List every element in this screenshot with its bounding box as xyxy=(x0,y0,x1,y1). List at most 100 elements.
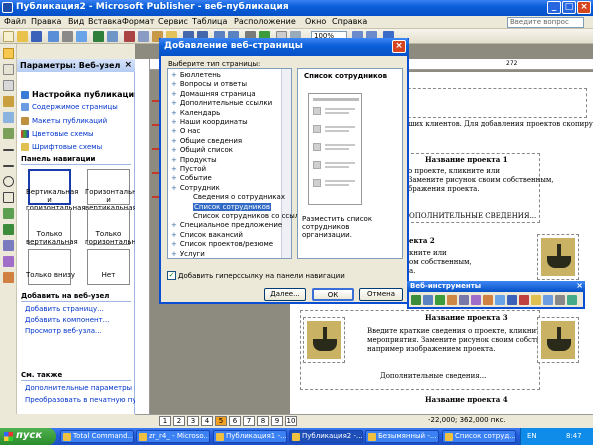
select-arrow-icon[interactable] xyxy=(3,48,14,59)
page-type-item[interactable]: Список сотрудников со ссылк xyxy=(193,212,304,220)
project1-more-link[interactable]: ОПОЛНИТЕЛЬНЫЕ СВЕДЕНИЯ... xyxy=(409,212,536,221)
arrow-icon[interactable] xyxy=(3,165,14,167)
color-schemes-link[interactable]: Цветовые схемы xyxy=(32,130,94,138)
expand-icon[interactable]: + xyxy=(171,71,177,79)
maximize-button[interactable]: □ xyxy=(562,1,576,14)
menu-window[interactable]: Окно xyxy=(305,17,326,26)
page-type-item[interactable]: + Наши координаты xyxy=(171,118,248,126)
page-tab[interactable]: 2 xyxy=(173,416,185,426)
project2-image[interactable] xyxy=(537,234,579,280)
menu-view[interactable]: Вид xyxy=(68,17,84,26)
menu-format[interactable]: Формат xyxy=(122,17,154,26)
page-tab[interactable]: 4 xyxy=(201,416,213,426)
publication-designs-link[interactable]: Макеты публикаций xyxy=(32,117,107,125)
nav-option-none[interactable] xyxy=(87,249,130,285)
close-button[interactable]: × xyxy=(577,1,591,14)
page-type-item[interactable]: + Вопросы и ответы xyxy=(171,80,247,88)
copy-icon[interactable] xyxy=(138,31,149,42)
add-component-link[interactable]: Добавить компонент... xyxy=(25,316,109,324)
print-preview-icon[interactable] xyxy=(76,31,87,42)
page-type-item[interactable]: + Специальное предложение xyxy=(171,221,282,229)
menu-insert[interactable]: Вставка xyxy=(88,17,122,26)
font-schemes-link[interactable]: Шрифтовые схемы xyxy=(32,143,102,151)
line-icon[interactable] xyxy=(3,149,14,151)
page-type-item[interactable]: + Дополнительные ссылки xyxy=(171,99,272,107)
nav-option-bottom-only[interactable] xyxy=(28,249,71,285)
page-type-item[interactable]: Сведения о сотрудниках xyxy=(193,193,285,201)
page-type-item[interactable]: + Список проектов/резюме xyxy=(171,240,273,248)
page-type-item[interactable]: + Календарь xyxy=(171,109,220,117)
project3-more-link[interactable]: Дополнительные сведения... xyxy=(380,372,486,381)
navigation-bar-icon[interactable] xyxy=(459,295,469,305)
web-view-icon[interactable] xyxy=(519,295,529,305)
taskbar-button[interactable]: Список сотруд... xyxy=(442,430,516,443)
expand-icon[interactable]: + xyxy=(171,250,177,258)
menu-table[interactable]: Таблица xyxy=(192,17,227,26)
page-tab[interactable]: 7 xyxy=(243,416,255,426)
page-tab[interactable]: 3 xyxy=(187,416,199,426)
page-type-scrollbar[interactable] xyxy=(281,69,291,258)
expand-icon[interactable]: + xyxy=(171,127,177,135)
cut-icon[interactable] xyxy=(124,31,135,42)
page-type-item[interactable]: + Список вакансий xyxy=(171,231,243,239)
page-type-item[interactable]: + Общие сведения xyxy=(171,137,242,145)
html-fragment-icon[interactable] xyxy=(3,256,14,267)
expand-icon[interactable]: + xyxy=(171,174,177,182)
expand-icon[interactable]: + xyxy=(171,146,177,154)
add-hyperlink-checkbox[interactable]: ✓ xyxy=(167,271,176,280)
cancel-button[interactable]: Отмена xyxy=(359,288,403,301)
research-icon[interactable] xyxy=(107,31,118,42)
expand-icon[interactable]: + xyxy=(171,156,177,164)
email-icon[interactable] xyxy=(48,31,59,42)
page-type-item[interactable]: + Продукты xyxy=(171,156,217,164)
minimize-button[interactable]: _ xyxy=(547,1,561,14)
preview-site-link[interactable]: Просмотр веб-узла... xyxy=(25,327,102,335)
wordart-icon[interactable] xyxy=(3,96,14,107)
page-type-item[interactable]: + Услуги xyxy=(171,250,205,258)
new-icon[interactable] xyxy=(3,31,14,42)
ok-button[interactable]: ОК xyxy=(312,288,354,301)
expand-icon[interactable]: + xyxy=(171,99,177,107)
color-icon[interactable] xyxy=(531,295,541,305)
more-button[interactable]: Далее... xyxy=(264,288,306,301)
taskbar-button[interactable]: zr_r4_ - Microso... xyxy=(136,430,210,443)
hotspot-icon[interactable] xyxy=(3,224,14,235)
web-page-options-icon[interactable] xyxy=(411,295,421,305)
help-search-input[interactable]: Введите вопрос xyxy=(507,17,584,28)
clip-art-icon[interactable] xyxy=(3,128,14,139)
web-tools-title-bar[interactable]: Веб-инструменты × xyxy=(407,281,585,292)
dialog-title-bar[interactable]: Добавление веб-страницы × xyxy=(159,38,409,56)
page-tab[interactable]: 8 xyxy=(257,416,269,426)
menu-arrange[interactable]: Расположение xyxy=(234,17,296,26)
page-type-item[interactable]: + Сотрудник xyxy=(171,184,220,192)
oval-icon[interactable] xyxy=(3,176,14,187)
vertical-ruler[interactable] xyxy=(135,59,150,414)
hyperlink-icon[interactable] xyxy=(435,295,445,305)
project3-image[interactable] xyxy=(303,317,345,363)
publish-icon[interactable] xyxy=(507,295,517,305)
project3-side-image[interactable] xyxy=(537,317,579,363)
page-tab[interactable]: 1 xyxy=(159,416,171,426)
expand-icon[interactable]: + xyxy=(171,165,177,173)
publisher-app-icon[interactable] xyxy=(2,2,13,13)
page-type-item[interactable]: + Бюллетень xyxy=(171,71,221,79)
language-indicator[interactable]: EN xyxy=(527,432,537,440)
expand-icon[interactable]: + xyxy=(171,80,177,88)
page-tab[interactable]: 6 xyxy=(229,416,241,426)
text-box-icon[interactable] xyxy=(3,64,14,75)
page-type-item[interactable]: Список сотрудников xyxy=(193,202,271,211)
add-page-link[interactable]: Добавить страницу... xyxy=(25,305,104,313)
expand-icon[interactable]: + xyxy=(171,109,177,117)
open-icon[interactable] xyxy=(17,31,28,42)
page-content-link[interactable]: Содержимое страницы xyxy=(32,103,118,111)
preview-icon[interactable] xyxy=(495,295,505,305)
form-control-icon[interactable] xyxy=(471,295,481,305)
menu-help[interactable]: Справка xyxy=(332,17,367,26)
page-tab[interactable]: 10 xyxy=(285,416,297,426)
expand-icon[interactable]: + xyxy=(171,118,177,126)
taskbar-button[interactable]: Total Command... xyxy=(60,430,134,443)
expand-icon[interactable]: + xyxy=(171,137,177,145)
taskbar-button[interactable]: Безымянный -... xyxy=(365,430,439,443)
script-icon[interactable] xyxy=(567,295,577,305)
rectangle-icon[interactable] xyxy=(3,192,14,203)
